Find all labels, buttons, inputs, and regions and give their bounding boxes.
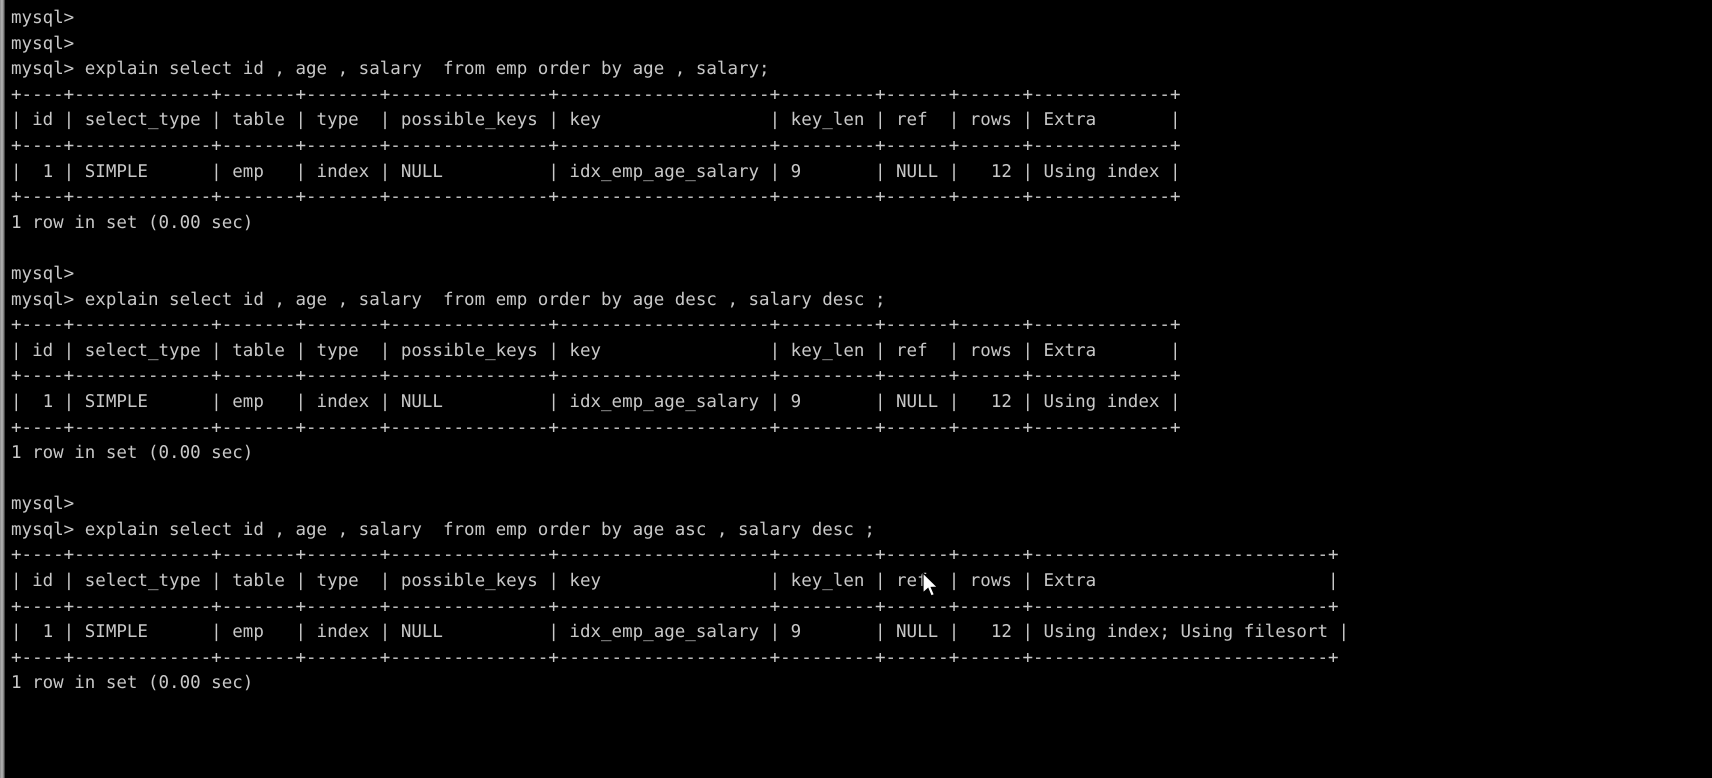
terminal-window[interactable]: mysql> mysql> mysql> explain select id ,… bbox=[0, 0, 1712, 778]
console-output: mysql> mysql> mysql> explain select id ,… bbox=[11, 8, 1350, 694]
terminal-screen[interactable]: mysql> mysql> mysql> explain select id ,… bbox=[5, 0, 1712, 778]
